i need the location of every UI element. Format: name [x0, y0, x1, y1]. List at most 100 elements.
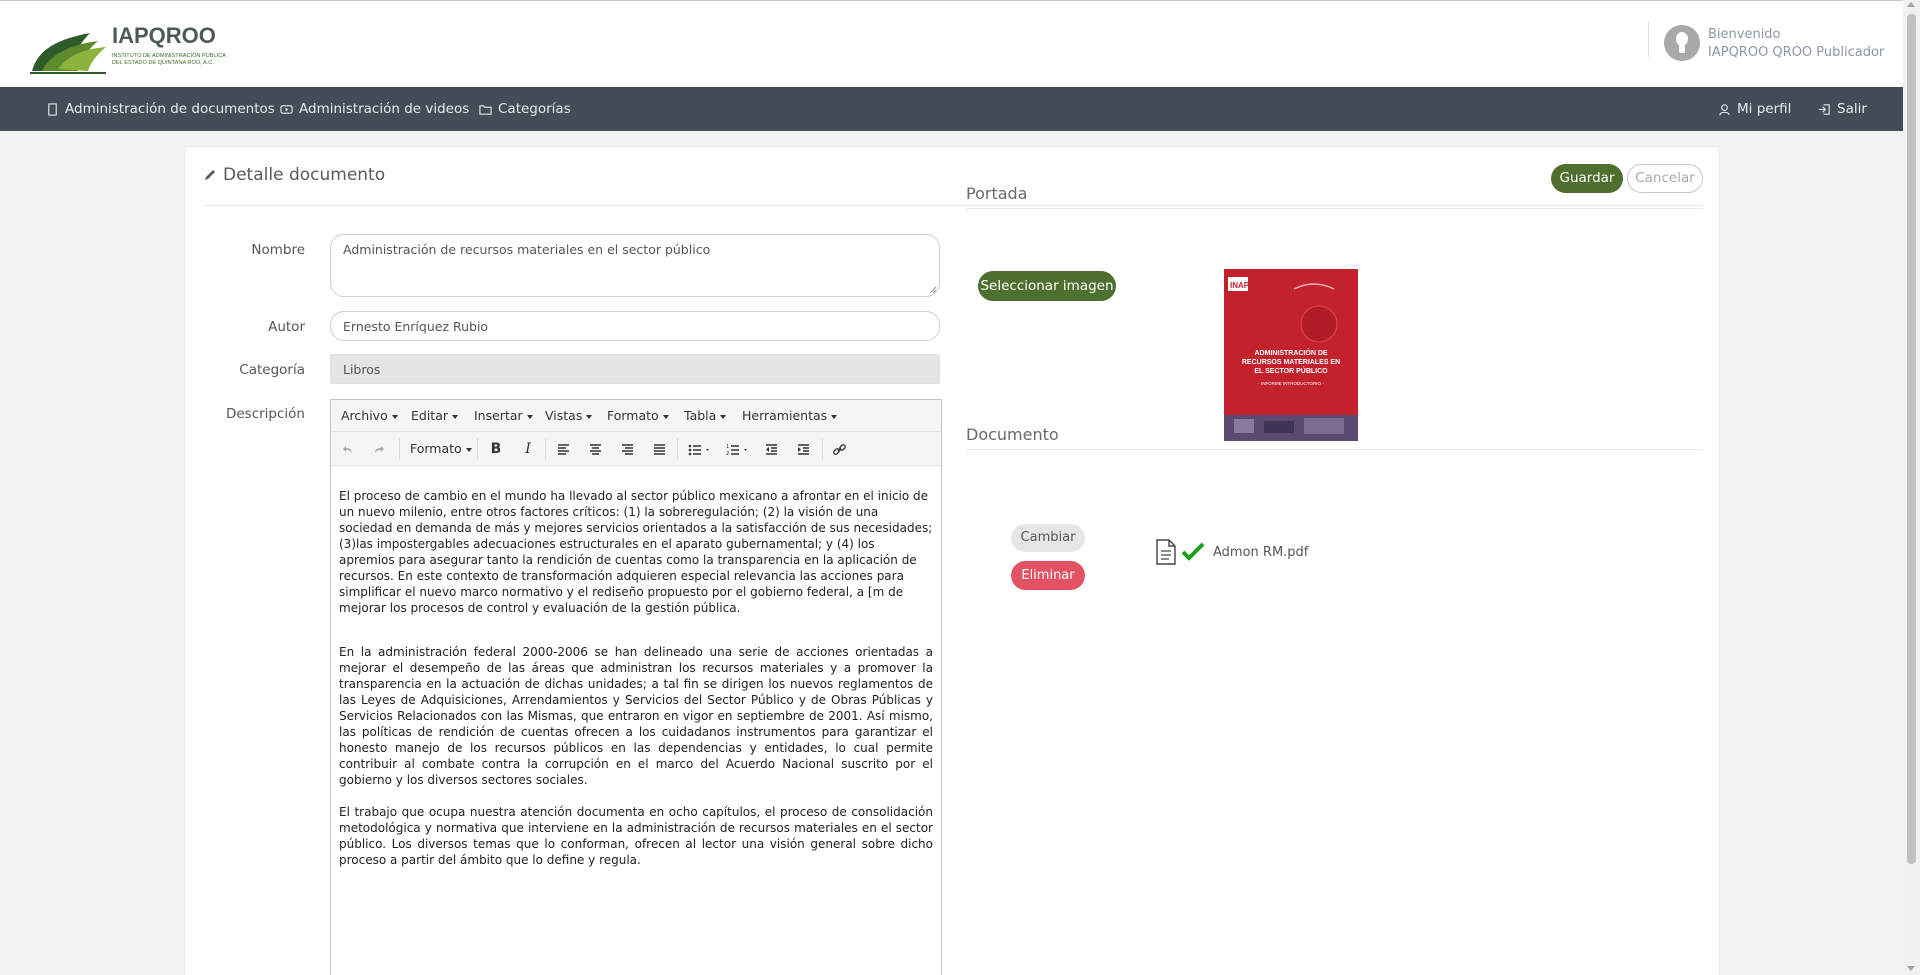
- categoria-value: Libros: [343, 362, 381, 377]
- divider: [203, 205, 1703, 206]
- nombre-field[interactable]: Administración de recursos materiales en…: [330, 234, 940, 297]
- numbered-list-button[interactable]: 12: [721, 437, 755, 461]
- file-name: Admon RM.pdf: [1213, 544, 1309, 560]
- outdent-button[interactable]: [759, 437, 783, 461]
- menu-formato-label: Formato: [607, 408, 659, 423]
- link-button[interactable]: [827, 437, 851, 461]
- autor-field[interactable]: Ernesto Enríquez Rubio: [330, 311, 940, 341]
- nombre-value: Administración de recursos materiales en…: [343, 242, 711, 257]
- save-button[interactable]: Guardar: [1551, 164, 1623, 193]
- bold-button[interactable]: B: [484, 437, 508, 461]
- align-left-button[interactable]: [551, 437, 575, 461]
- nav-categories[interactable]: Categorías: [479, 87, 571, 131]
- autor-value: Ernesto Enríquez Rubio: [343, 319, 489, 334]
- menu-insertar[interactable]: Insertar: [474, 400, 533, 432]
- svg-text:1: 1: [726, 444, 729, 450]
- descripcion-label: Descripción: [225, 406, 305, 422]
- nav-documents[interactable]: Administración de documentos: [46, 87, 275, 131]
- align-justify-icon: [653, 443, 665, 455]
- portada-divider: [966, 208, 1703, 209]
- svg-text:2: 2: [726, 451, 729, 457]
- toolbar-divider: [677, 438, 678, 460]
- menu-editar[interactable]: Editar: [411, 400, 459, 432]
- description-paragraph: El proceso de cambio en el mundo ha llev…: [339, 489, 933, 615]
- page-title-text: Detalle documento: [223, 165, 386, 185]
- bullet-list-icon: [688, 444, 709, 455]
- caret-icon: [391, 414, 398, 419]
- format-dropdown[interactable]: Formato: [410, 432, 472, 466]
- avatar[interactable]: [1664, 25, 1700, 61]
- main-nav: Administración de documentos Administrac…: [0, 87, 1903, 131]
- user-name: IAPQROO QROO Publicador: [1708, 45, 1885, 60]
- scrollbar-thumb[interactable]: [1907, 14, 1916, 864]
- scroll-up-arrow-icon[interactable]: [1907, 2, 1915, 7]
- autor-label: Autor: [268, 319, 305, 335]
- toolbar-divider: [477, 438, 478, 460]
- scroll-down-arrow-icon[interactable]: [1907, 966, 1915, 971]
- iapqroo-logo[interactable]: IAPQROO INSTITUTO DE ADMINISTRACIÓN PÚBL…: [28, 19, 248, 75]
- documento-divider: [966, 449, 1703, 450]
- nombre-label: Nombre: [251, 242, 305, 258]
- menu-vistas[interactable]: Vistas: [545, 400, 593, 432]
- delete-file-button[interactable]: Eliminar: [1011, 561, 1085, 590]
- file-entry: Admon RM.pdf: [1155, 539, 1308, 565]
- caret-icon: [465, 447, 472, 452]
- link-icon: [832, 443, 846, 455]
- page-title: Detalle documento: [203, 165, 385, 185]
- select-image-button[interactable]: Seleccionar imagen: [978, 271, 1116, 301]
- documento-title: Documento: [966, 425, 1059, 444]
- nav-logout[interactable]: Salir: [1818, 87, 1867, 131]
- toolbar-divider: [545, 438, 546, 460]
- change-file-button[interactable]: Cambiar: [1011, 524, 1085, 552]
- rich-text-editor: Archivo Editar Insertar Vistas Formato T…: [330, 399, 942, 975]
- menu-archivo-label: Archivo: [341, 408, 388, 423]
- nav-profile-label: Mi perfil: [1737, 101, 1792, 117]
- editor-toolbar: Formato B I 12: [331, 432, 941, 466]
- align-right-icon: [621, 443, 633, 455]
- indent-button[interactable]: [791, 437, 815, 461]
- vertical-scrollbar[interactable]: [1903, 0, 1920, 975]
- header: IAPQROO INSTITUTO DE ADMINISTRACIÓN PÚBL…: [0, 0, 1903, 87]
- resize-grip-icon[interactable]: [929, 286, 937, 294]
- caret-icon: [586, 414, 593, 419]
- caret-icon: [526, 414, 533, 419]
- cover-title-line: EL SECTOR PÚBLICO: [1254, 366, 1328, 375]
- portada-title: Portada: [966, 184, 1028, 203]
- align-justify-button[interactable]: [647, 437, 671, 461]
- toolbar-divider: [822, 438, 823, 460]
- redo-button[interactable]: [367, 437, 391, 461]
- cover-subtitle: - INFORME INTRODUCTORIO -: [1258, 381, 1324, 386]
- svg-text:DEL ESTADO DE QUINTANA ROO, A.: DEL ESTADO DE QUINTANA ROO, A.C.: [112, 60, 214, 66]
- cancel-button[interactable]: Cancelar: [1627, 164, 1703, 193]
- outdent-icon: [765, 443, 777, 455]
- toolbar-divider: [399, 438, 400, 460]
- bullet-list-button[interactable]: [683, 437, 717, 461]
- align-center-button[interactable]: [583, 437, 607, 461]
- check-icon: [1181, 542, 1205, 561]
- menu-tabla-label: Tabla: [684, 408, 717, 423]
- align-left-icon: [557, 443, 569, 455]
- cover-title-line: RECURSOS MATERIALES EN: [1242, 359, 1340, 366]
- italic-button[interactable]: I: [516, 437, 540, 461]
- editor-content[interactable]: El proceso de cambio en el mundo ha llev…: [331, 466, 941, 892]
- description-paragraph: El trabajo que ocupa nuestra atención do…: [339, 805, 933, 867]
- cover-title-line: ADMINISTRACIÓN DE: [1254, 348, 1327, 357]
- undo-button[interactable]: [335, 437, 359, 461]
- nav-profile[interactable]: Mi perfil: [1718, 87, 1791, 131]
- svg-text:IAPQROO: IAPQROO: [112, 23, 216, 48]
- menu-archivo[interactable]: Archivo: [341, 400, 398, 432]
- menu-tabla[interactable]: Tabla: [684, 400, 727, 432]
- menu-formato[interactable]: Formato: [607, 400, 669, 432]
- indent-icon: [797, 443, 809, 455]
- categoria-field[interactable]: Libros: [330, 354, 940, 384]
- numbered-list-icon: 12: [726, 444, 747, 457]
- format-dropdown-label: Formato: [410, 441, 462, 456]
- nav-videos[interactable]: Administración de videos: [280, 87, 469, 131]
- align-right-button[interactable]: [615, 437, 639, 461]
- nav-videos-label: Administración de videos: [299, 101, 470, 117]
- nav-logout-label: Salir: [1837, 101, 1867, 117]
- categoria-label: Categoría: [239, 362, 305, 378]
- italic-icon: I: [525, 441, 531, 457]
- svg-text:INAP: INAP: [1230, 281, 1250, 290]
- menu-herramientas[interactable]: Herramientas: [742, 400, 838, 432]
